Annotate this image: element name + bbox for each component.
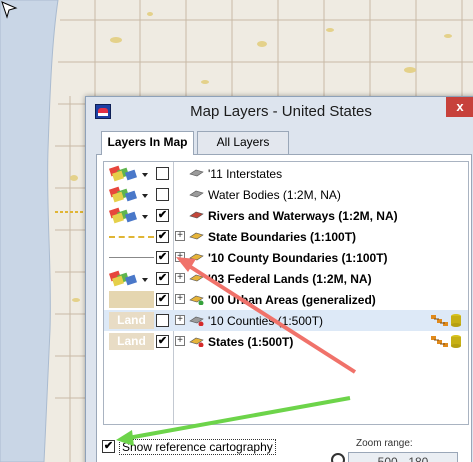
dashed-line-symbol[interactable]: [109, 228, 154, 245]
layer-name[interactable]: '11 Interstates: [208, 167, 282, 181]
yellow-diamond-icon: [189, 230, 204, 242]
expand-icon[interactable]: +: [175, 252, 185, 262]
layer-row[interactable]: Land + '10 Counties (1:500T): [104, 310, 468, 331]
layer-visibility-checkbox[interactable]: ✔: [156, 272, 169, 285]
layer-row[interactable]: Water Bodies (1:2M, NA): [104, 184, 468, 205]
symbol-palette-icon[interactable]: [109, 186, 154, 203]
land-symbol[interactable]: Land: [109, 333, 154, 350]
yellow-diamond-icon: [189, 272, 204, 284]
close-button[interactable]: x: [446, 97, 473, 117]
expand-icon[interactable]: +: [175, 273, 185, 283]
expand-icon[interactable]: +: [175, 294, 185, 304]
yellow-diamond-red-dot-icon: [189, 335, 204, 348]
gray-diamond-red-dot-icon: [189, 314, 204, 327]
layer-visibility-checkbox[interactable]: [156, 188, 169, 201]
layer-name[interactable]: State Boundaries (1:100T): [208, 230, 356, 244]
layer-name[interactable]: '00 Urban Areas (generalized): [208, 293, 376, 307]
line-symbol[interactable]: [109, 249, 154, 266]
layer-visibility-checkbox[interactable]: ✔: [156, 293, 169, 306]
layer-visibility-checkbox[interactable]: ✔: [156, 230, 169, 243]
layers-tab-panel: '11 Interstates Water Bodies (1:2M, NA) ✔ R…: [96, 154, 472, 462]
layer-name[interactable]: States (1:500T): [208, 335, 293, 349]
layer-tools-icon[interactable]: [430, 313, 464, 328]
layer-name[interactable]: '10 County Boundaries (1:100T): [208, 251, 388, 265]
zoom-range-value[interactable]: 500 - 180: [348, 452, 458, 462]
layer-row[interactable]: ✔ + '03 Federal Lands (1:2M, NA): [104, 268, 468, 289]
layer-tools-icon[interactable]: [430, 334, 464, 349]
show-reference-label[interactable]: Show reference cartography: [119, 439, 276, 455]
tab-layers-in-map[interactable]: Layers In Map: [101, 131, 194, 155]
layer-row[interactable]: Land ✔ + States (1:500T): [104, 331, 468, 352]
layer-visibility-checkbox[interactable]: ✔: [156, 335, 169, 348]
layer-row[interactable]: '11 Interstates: [104, 163, 468, 184]
layer-row[interactable]: ✔ + '10 County Boundaries (1:100T): [104, 247, 468, 268]
layer-row[interactable]: ✔ + '00 Urban Areas (generalized): [104, 289, 468, 310]
layer-visibility-checkbox[interactable]: [156, 167, 169, 180]
layer-name[interactable]: '10 Counties (1:500T): [208, 314, 323, 328]
layer-visibility-checkbox[interactable]: ✔: [156, 251, 169, 264]
symbol-palette-icon[interactable]: [109, 270, 154, 287]
layer-name[interactable]: '03 Federal Lands (1:2M, NA): [208, 272, 372, 286]
dialog-footer: ✔ Show reference cartography Zoom range:…: [86, 433, 473, 462]
map-layers-dialog: Map Layers - United States x Layers In M…: [85, 96, 473, 462]
layer-visibility-checkbox[interactable]: [156, 314, 169, 327]
layer-row[interactable]: ✔ + State Boundaries (1:100T): [104, 226, 468, 247]
yellow-diamond-icon: [189, 251, 204, 263]
expand-icon[interactable]: +: [175, 336, 185, 346]
layer-name[interactable]: Rivers and Waterways (1:2M, NA): [208, 209, 398, 223]
layer-row[interactable]: ✔ Rivers and Waterways (1:2M, NA): [104, 205, 468, 226]
gray-diamond-icon: [189, 188, 204, 200]
show-reference-checkbox[interactable]: ✔: [102, 440, 115, 453]
land-symbol[interactable]: Land: [109, 312, 154, 329]
dialog-title: Map Layers - United States: [190, 103, 372, 120]
urban-fill-symbol[interactable]: [109, 291, 154, 308]
layer-name[interactable]: Water Bodies (1:2M, NA): [208, 188, 341, 202]
color-diamond-icon: [189, 209, 204, 221]
zoom-magnifier-icon: [331, 453, 345, 462]
yellow-diamond-green-dot-icon: [189, 293, 204, 306]
zoom-range-label: Zoom range:: [356, 438, 413, 449]
gray-diamond-icon: [189, 167, 204, 179]
layer-list[interactable]: '11 Interstates Water Bodies (1:2M, NA) ✔ R…: [103, 161, 469, 425]
layer-visibility-checkbox[interactable]: ✔: [156, 209, 169, 222]
tab-all-layers[interactable]: All Layers: [197, 131, 289, 154]
dialog-titlebar[interactable]: Map Layers - United States x: [86, 97, 473, 127]
symbol-palette-icon[interactable]: [109, 207, 154, 224]
symbol-palette-icon[interactable]: [109, 165, 154, 182]
expand-icon[interactable]: +: [175, 231, 185, 241]
expand-icon[interactable]: +: [175, 315, 185, 325]
